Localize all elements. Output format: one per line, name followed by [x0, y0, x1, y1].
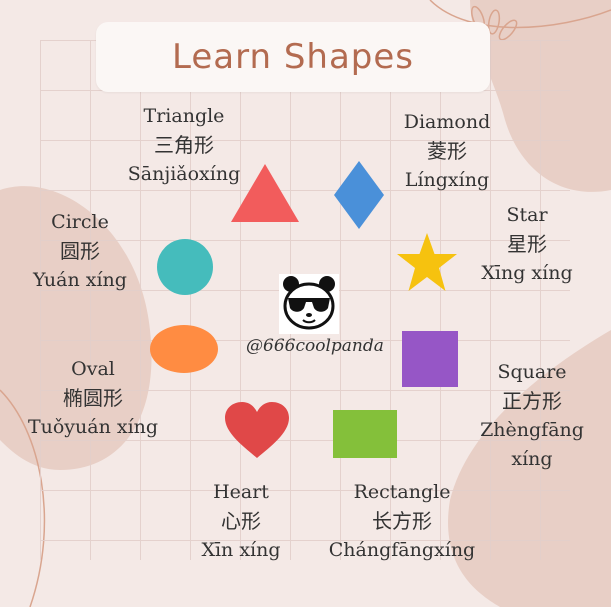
- rectangle-chinese: 长方形: [372, 509, 432, 533]
- label-square: Square 正方形 Zhèngfāng xíng: [470, 358, 594, 474]
- square-pinyin-line2: xíng: [511, 448, 553, 470]
- star-pinyin: Xīng xíng: [481, 262, 573, 284]
- circle-pinyin: Yuán xíng: [33, 269, 127, 291]
- rectangle-english: Rectangle: [353, 481, 451, 503]
- title-card: Learn Shapes: [96, 22, 490, 92]
- heart-chinese: 心形: [221, 509, 261, 533]
- star-shape: [397, 233, 457, 291]
- square-pinyin-line1: Zhèngfāng: [480, 419, 584, 441]
- label-rectangle: Rectangle 长方形 Chángfāngxíng: [320, 478, 484, 565]
- oval-chinese: 椭圆形: [63, 386, 123, 410]
- creator-handle: @666coolpanda: [246, 336, 384, 356]
- square-english: Square: [497, 361, 567, 383]
- oval-english: Oval: [71, 358, 115, 380]
- rectangle-shape: [333, 410, 397, 458]
- diamond-pinyin: Língxíng: [404, 169, 490, 191]
- heart-english: Heart: [213, 481, 269, 503]
- shapes-poster: Learn Shapes @666coolpanda Triangle 三角形: [0, 0, 611, 607]
- star-chinese: 星形: [507, 232, 547, 256]
- diamond-english: Diamond: [403, 111, 491, 133]
- diamond-shape: [334, 161, 384, 229]
- label-circle: Circle 圆形 Yuán xíng: [24, 208, 136, 295]
- triangle-english: Triangle: [143, 105, 225, 127]
- diamond-chinese: 菱形: [427, 139, 467, 163]
- heart-shape: [225, 402, 289, 458]
- label-oval: Oval 椭圆形 Tuǒyuán xíng: [22, 355, 164, 442]
- label-heart: Heart 心形 Xīn xíng: [188, 478, 294, 565]
- circle-chinese: 圆形: [60, 239, 100, 263]
- label-star: Star 星形 Xīng xíng: [470, 201, 584, 288]
- square-shape: [402, 331, 458, 387]
- rectangle-pinyin: Chángfāngxíng: [328, 539, 476, 561]
- triangle-chinese: 三角形: [154, 133, 214, 157]
- triangle-pinyin: Sānjiǎoxíng: [127, 163, 241, 185]
- label-diamond: Diamond 菱形 Língxíng: [392, 108, 502, 195]
- panda-logo: [279, 274, 339, 334]
- label-triangle: Triangle 三角形 Sānjiǎoxíng: [120, 102, 248, 189]
- square-chinese: 正方形: [502, 389, 562, 413]
- star-english: Star: [506, 204, 548, 226]
- oval-pinyin: Tuǒyuán xíng: [27, 416, 159, 438]
- circle-english: Circle: [51, 211, 109, 233]
- page-title: Learn Shapes: [171, 37, 414, 77]
- circle-shape: [157, 239, 213, 295]
- heart-pinyin: Xīn xíng: [201, 539, 281, 561]
